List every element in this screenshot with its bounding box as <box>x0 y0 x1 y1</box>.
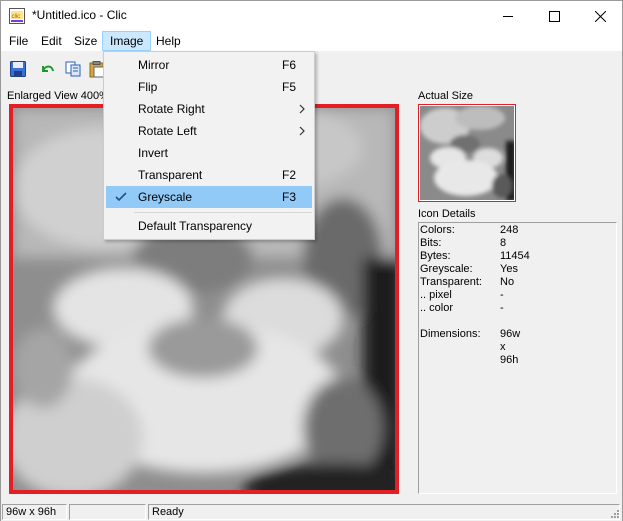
status-middle <box>69 504 146 520</box>
icon-details-label: Icon Details <box>418 208 476 220</box>
enlarged-view-label: Enlarged View 400% <box>7 90 109 102</box>
status-text: Ready <box>148 504 620 520</box>
copy-icon[interactable] <box>64 60 82 78</box>
title-bar[interactable]: clic *Untitled.ico - Clic <box>1 1 622 31</box>
menu-item-transparent[interactable]: Transparent F2 <box>106 164 312 186</box>
menu-file[interactable]: File <box>2 31 35 51</box>
menu-item-greyscale[interactable]: Greyscale F3 <box>106 186 312 208</box>
maximize-button[interactable] <box>531 1 577 31</box>
app-window: clic *Untitled.ico - Clic File Edit Size… <box>0 0 623 521</box>
resize-grip-icon[interactable] <box>608 507 620 519</box>
actual-icon-image <box>420 106 514 200</box>
minimize-icon <box>502 15 513 17</box>
submenu-arrow-icon <box>299 104 305 114</box>
actual-size-label: Actual Size <box>418 90 474 102</box>
menu-item-default-transparency[interactable]: Default Transparency <box>106 215 312 237</box>
menu-item-flip[interactable]: Flip F5 <box>106 76 312 98</box>
save-icon[interactable] <box>9 60 27 78</box>
menu-edit[interactable]: Edit <box>34 31 69 51</box>
app-icon: clic <box>9 8 25 24</box>
menu-help[interactable]: Help <box>149 31 188 51</box>
menu-item-invert[interactable]: Invert <box>106 142 312 164</box>
checkmark-icon <box>115 192 127 202</box>
window-title: *Untitled.ico - Clic <box>32 8 127 22</box>
svg-text:clic: clic <box>12 14 21 20</box>
menu-item-rotate-left[interactable]: Rotate Left <box>106 120 312 142</box>
menu-size[interactable]: Size <box>67 31 104 51</box>
status-bar: 96w x 96h Ready <box>1 502 622 521</box>
status-dimensions: 96w x 96h <box>2 504 67 520</box>
close-button[interactable] <box>577 1 623 31</box>
menu-image[interactable]: Image <box>102 31 152 51</box>
image-menu-dropdown: Mirror F6 Flip F5 Rotate Right Rotate Le… <box>103 51 315 240</box>
menu-bar: File Edit Size Image Help <box>1 31 622 51</box>
submenu-arrow-icon <box>299 126 305 136</box>
minimize-button[interactable] <box>485 1 531 31</box>
close-icon <box>594 10 606 22</box>
icon-details-panel: Colors: 248 Bits: 8 Bytes: 11454 Greysca… <box>418 222 617 494</box>
actual-size-frame <box>418 104 516 202</box>
menu-item-mirror[interactable]: Mirror F6 <box>106 54 312 76</box>
undo-icon[interactable] <box>39 60 57 78</box>
menu-separator <box>134 212 312 213</box>
menu-item-rotate-right[interactable]: Rotate Right <box>106 98 312 120</box>
maximize-icon <box>548 10 560 22</box>
